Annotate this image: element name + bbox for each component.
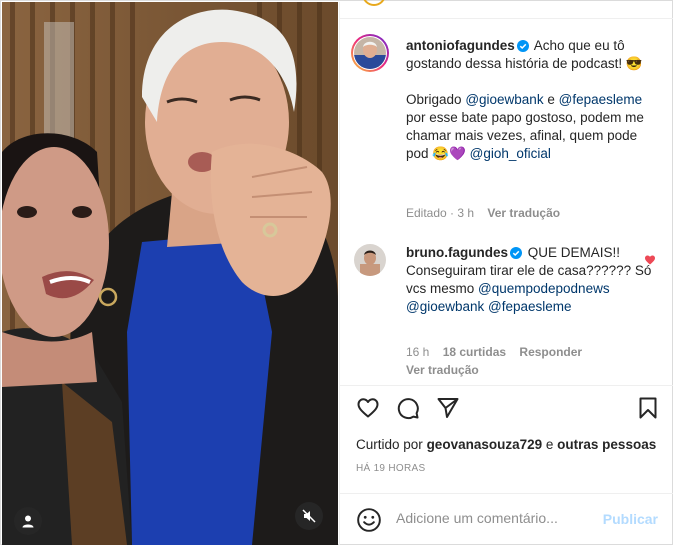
commenter-avatar-image xyxy=(354,244,386,276)
comment-meta-translate: Ver tradução xyxy=(406,363,489,377)
comment-like-heart-icon[interactable] xyxy=(644,254,656,266)
author-avatar[interactable] xyxy=(351,34,389,72)
caption-meta: Editado · 3 h Ver tradução xyxy=(406,206,570,220)
mention-link[interactable]: @gioewbank xyxy=(465,92,543,107)
liked-by-summary: Curtido por geovanasouza729 e outras pes… xyxy=(356,437,656,452)
comment-text: bruno.fagundes QUE DEMAIS!! Conseguiram … xyxy=(406,244,658,316)
translate-link[interactable]: Ver tradução xyxy=(406,363,479,377)
commenter-avatar[interactable] xyxy=(354,244,386,276)
liked-by-prefix: Curtido por xyxy=(356,437,423,452)
header-avatar[interactable] xyxy=(362,0,386,6)
reply-link[interactable]: Responder xyxy=(519,345,582,359)
mention-link[interactable]: @quempodepodnews xyxy=(478,281,610,296)
bookmark-icon xyxy=(639,397,657,419)
mention-link[interactable]: @fepaesleme xyxy=(488,299,572,314)
commenter-username[interactable]: bruno.fagundes xyxy=(406,245,508,260)
translate-link[interactable]: Ver tradução xyxy=(487,206,560,220)
verified-badge-icon xyxy=(510,247,522,259)
tagged-users-button[interactable] xyxy=(14,507,42,535)
add-comment-bar: Publicar xyxy=(340,494,673,545)
video-frame-image xyxy=(2,2,338,545)
post-video[interactable] xyxy=(2,2,338,545)
smiley-icon[interactable] xyxy=(356,507,382,533)
save-button[interactable] xyxy=(634,394,662,422)
liked-by-others-link[interactable]: outras pessoas xyxy=(557,437,656,452)
comments-list: antoniofagundes Acho que eu tô gostando … xyxy=(340,19,673,385)
post-caption: antoniofagundes Acho que eu tô gostando … xyxy=(351,34,664,227)
caption-text: antoniofagundes Acho que eu tô gostando … xyxy=(406,37,658,163)
publish-button[interactable]: Publicar xyxy=(603,511,658,527)
author-avatar-image xyxy=(354,37,386,69)
caption-line-2: Obrigado xyxy=(406,92,462,107)
share-button[interactable] xyxy=(434,394,462,422)
liked-by-user-link[interactable]: geovanasouza729 xyxy=(427,437,543,452)
post-actions-bar xyxy=(340,394,673,424)
mute-toggle-button[interactable] xyxy=(295,502,323,530)
comment-likes-count[interactable]: 18 curtidas xyxy=(443,345,506,359)
post-dialog: antoniofagundes Acho que eu tô gostando … xyxy=(0,0,673,545)
author-username[interactable]: antoniofagundes xyxy=(406,38,515,53)
comment-time: 16 h xyxy=(406,345,430,359)
caption-line-3: e xyxy=(547,92,555,107)
add-comment-input[interactable] xyxy=(396,510,596,526)
comment-item: bruno.fagundes QUE DEMAIS!! Conseguiram … xyxy=(354,244,664,384)
post-side-panel: antoniofagundes Acho que eu tô gostando … xyxy=(339,0,673,545)
verified-badge-icon xyxy=(516,40,529,52)
comment-button[interactable] xyxy=(394,394,422,422)
speaker-muted-icon xyxy=(302,509,316,523)
liked-by-middle: e xyxy=(545,437,554,452)
user-icon xyxy=(22,515,34,528)
like-button[interactable] xyxy=(354,394,382,422)
comment-icon xyxy=(397,398,419,420)
caption-edited-time: Editado · 3 h xyxy=(406,206,475,220)
divider xyxy=(340,385,673,386)
mention-link[interactable]: @gioewbank xyxy=(406,299,484,314)
send-icon xyxy=(437,398,459,418)
comment-meta: 16 h 18 curtidas Responder xyxy=(406,345,592,359)
mention-link[interactable]: @gioh_oficial xyxy=(470,146,551,161)
heart-icon xyxy=(357,398,379,418)
mention-link[interactable]: @fepaesleme xyxy=(559,92,643,107)
post-timestamp[interactable]: HÁ 19 HORAS xyxy=(356,463,425,474)
